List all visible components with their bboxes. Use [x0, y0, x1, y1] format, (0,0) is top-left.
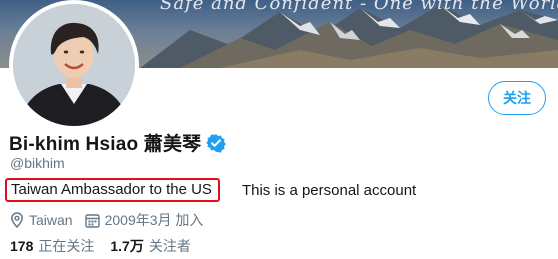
verified-badge-icon	[206, 133, 227, 153]
followers-label: 关注者	[148, 238, 191, 254]
following-count: 178	[10, 238, 34, 254]
follow-button[interactable]: 关注	[488, 81, 546, 115]
profile-name-row: Bi-khim Hsiao 蕭美琴	[9, 129, 227, 156]
following-label: 正在关注	[38, 238, 95, 254]
joined-item: 2009年3月 加入	[84, 210, 204, 230]
followers-count: 1.7万	[110, 238, 144, 254]
following-link[interactable]: 178 正在关注	[10, 236, 94, 256]
followers-link[interactable]: 1.7万 关注者	[110, 236, 190, 256]
calendar-icon	[84, 213, 100, 228]
banner-slogan: Safe and Confident - One with the World	[160, 0, 558, 14]
bio-note: This is a personal account	[241, 181, 417, 199]
avatar-portrait-image	[13, 4, 135, 126]
location-item: Taiwan	[10, 212, 73, 228]
profile-meta: Taiwan 2009年3月 加入	[10, 210, 215, 230]
profile-handle: @bikhim	[10, 155, 65, 171]
location-pin-icon	[11, 212, 23, 228]
joined-date-text: 2009年3月 加入	[104, 212, 204, 228]
profile-bio: Taiwan Ambassador to the US This is a pe…	[5, 178, 416, 202]
location-text: Taiwan	[29, 212, 73, 228]
profile-stats: 178 正在关注 1.7万 关注者	[10, 236, 207, 256]
profile-name: Bi-khim Hsiao 蕭美琴	[9, 134, 202, 155]
profile-avatar[interactable]	[9, 0, 139, 130]
bio-title-highlighted: Taiwan Ambassador to the US	[5, 178, 220, 202]
